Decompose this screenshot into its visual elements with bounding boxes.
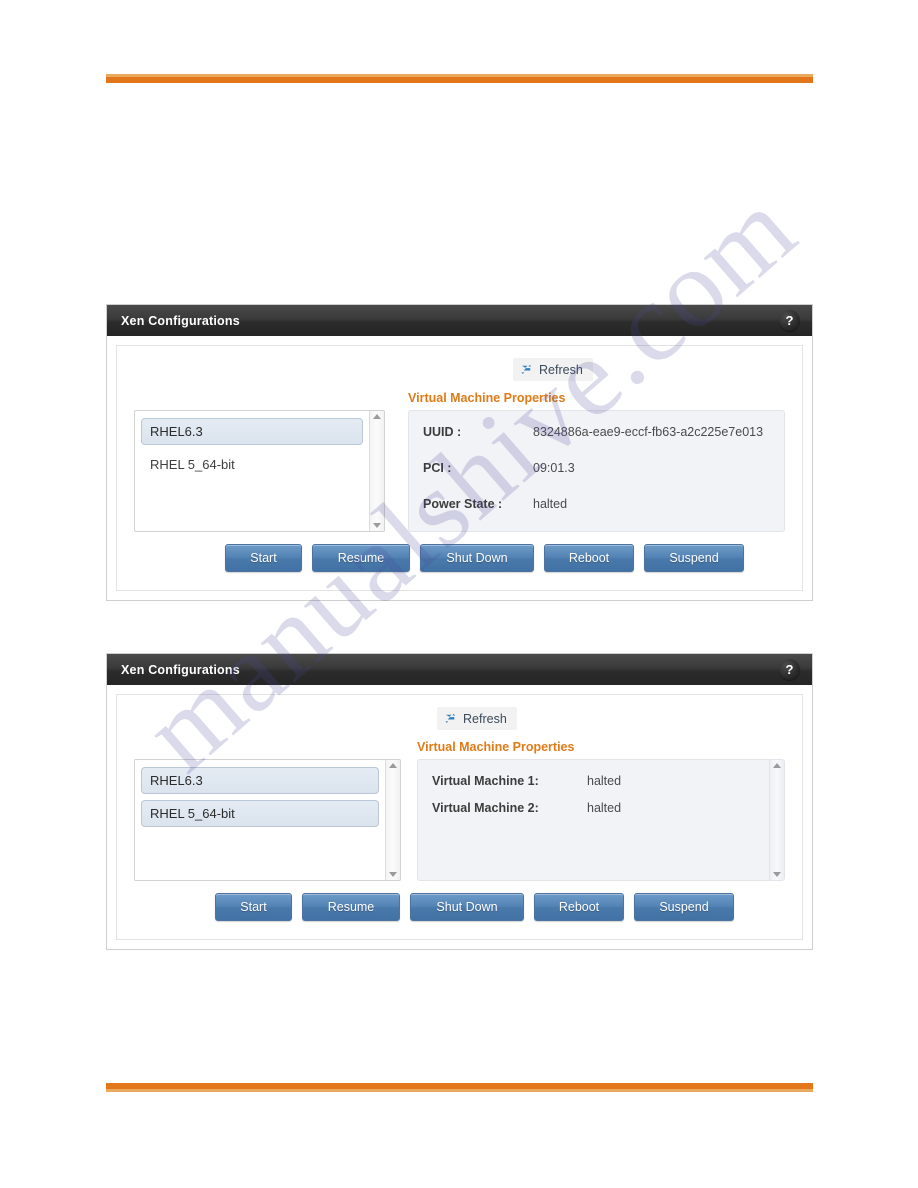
xen-configurations-panel-2: Xen Configurations ? Refresh Virtual Mac… bbox=[106, 653, 813, 950]
help-icon[interactable]: ? bbox=[779, 659, 800, 680]
scroll-up-icon[interactable] bbox=[373, 414, 381, 419]
vm-properties-box: Virtual Machine 1: halted Virtual Machin… bbox=[417, 759, 785, 881]
xen-configurations-panel-1: Xen Configurations ? Refresh Virtual Mac… bbox=[106, 304, 813, 601]
vm-action-buttons: Start Resume Shut Down Reboot Suspend bbox=[225, 544, 744, 572]
list-item[interactable]: RHEL 5_64-bit bbox=[141, 451, 363, 478]
vm-list-items: RHEL6.3 RHEL 5_64-bit bbox=[135, 760, 385, 880]
property-row: PCI : 09:01.3 bbox=[423, 461, 774, 475]
suspend-button[interactable]: Suspend bbox=[634, 893, 734, 921]
start-button[interactable]: Start bbox=[215, 893, 292, 921]
refresh-button[interactable]: Refresh bbox=[437, 707, 517, 730]
vm-list-scrollbar[interactable] bbox=[385, 760, 400, 880]
page-footer-rule bbox=[106, 1083, 813, 1092]
refresh-icon bbox=[519, 362, 534, 377]
vm-properties-list: Virtual Machine 1: halted Virtual Machin… bbox=[418, 760, 769, 880]
help-icon[interactable]: ? bbox=[779, 310, 800, 331]
property-row: UUID : 8324886a-eae9-eccf-fb63-a2c225e7e… bbox=[423, 425, 774, 439]
list-item[interactable]: RHEL6.3 bbox=[141, 418, 363, 445]
scroll-up-icon[interactable] bbox=[773, 763, 781, 768]
refresh-label: Refresh bbox=[463, 711, 507, 726]
property-label: Power State : bbox=[423, 497, 503, 511]
property-row: Virtual Machine 1: halted bbox=[432, 774, 759, 788]
refresh-label: Refresh bbox=[539, 362, 583, 377]
page-title: Xen Configurations bbox=[121, 313, 240, 328]
refresh-button[interactable]: Refresh bbox=[513, 358, 593, 381]
start-button[interactable]: Start bbox=[225, 544, 302, 572]
property-row: Virtual Machine 2: halted bbox=[432, 801, 759, 815]
footer-rule-thin bbox=[106, 1089, 813, 1092]
shutdown-button[interactable]: Shut Down bbox=[420, 544, 534, 572]
resume-button[interactable]: Resume bbox=[302, 893, 400, 921]
header-rule-thick bbox=[106, 77, 813, 83]
property-label: Virtual Machine 2: bbox=[432, 801, 539, 815]
reboot-button[interactable]: Reboot bbox=[544, 544, 634, 572]
property-label: UUID : bbox=[423, 425, 462, 439]
property-value: 09:01.3 bbox=[533, 461, 575, 475]
property-value: halted bbox=[533, 497, 568, 511]
scroll-down-icon[interactable] bbox=[773, 872, 781, 877]
property-value: 8324886a-eae9-eccf-fb63-a2c225e7e013 bbox=[533, 425, 764, 439]
property-label: PCI : bbox=[423, 461, 452, 475]
vm-properties-scrollbar[interactable] bbox=[769, 760, 784, 880]
vm-properties-heading: Virtual Machine Properties bbox=[417, 740, 575, 754]
shutdown-button[interactable]: Shut Down bbox=[410, 893, 524, 921]
refresh-icon bbox=[443, 711, 458, 726]
vm-list-scrollbar[interactable] bbox=[369, 411, 384, 531]
scroll-up-icon[interactable] bbox=[389, 763, 397, 768]
vm-list[interactable]: RHEL6.3 RHEL 5_64-bit bbox=[134, 759, 401, 881]
vm-action-buttons: Start Resume Shut Down Reboot Suspend bbox=[215, 893, 734, 921]
vm-properties-list: UUID : 8324886a-eae9-eccf-fb63-a2c225e7e… bbox=[409, 411, 784, 531]
property-value: halted bbox=[587, 774, 622, 788]
panel-body: Refresh Virtual Machine Properties RHEL6… bbox=[107, 685, 812, 949]
property-value: halted bbox=[587, 801, 622, 815]
panel-titlebar: Xen Configurations ? bbox=[107, 305, 812, 336]
list-item[interactable]: RHEL 5_64-bit bbox=[141, 800, 379, 827]
panel-body: Refresh Virtual Machine Properties RHEL6… bbox=[107, 336, 812, 600]
resume-button[interactable]: Resume bbox=[312, 544, 410, 572]
list-item[interactable]: RHEL6.3 bbox=[141, 767, 379, 794]
scroll-down-icon[interactable] bbox=[373, 523, 381, 528]
vm-properties-heading: Virtual Machine Properties bbox=[408, 391, 566, 405]
reboot-button[interactable]: Reboot bbox=[534, 893, 624, 921]
panel-content-area: Refresh Virtual Machine Properties RHEL6… bbox=[116, 694, 803, 940]
vm-list[interactable]: RHEL6.3 RHEL 5_64-bit bbox=[134, 410, 385, 532]
panel-titlebar: Xen Configurations ? bbox=[107, 654, 812, 685]
vm-list-items: RHEL6.3 RHEL 5_64-bit bbox=[135, 411, 369, 531]
panel-content-area: Refresh Virtual Machine Properties RHEL6… bbox=[116, 345, 803, 591]
vm-properties-box: UUID : 8324886a-eae9-eccf-fb63-a2c225e7e… bbox=[408, 410, 785, 532]
page-title: Xen Configurations bbox=[121, 662, 240, 677]
property-row: Power State : halted bbox=[423, 497, 774, 511]
page-header-rule bbox=[106, 74, 813, 83]
scroll-down-icon[interactable] bbox=[389, 872, 397, 877]
suspend-button[interactable]: Suspend bbox=[644, 544, 744, 572]
property-label: Virtual Machine 1: bbox=[432, 774, 539, 788]
